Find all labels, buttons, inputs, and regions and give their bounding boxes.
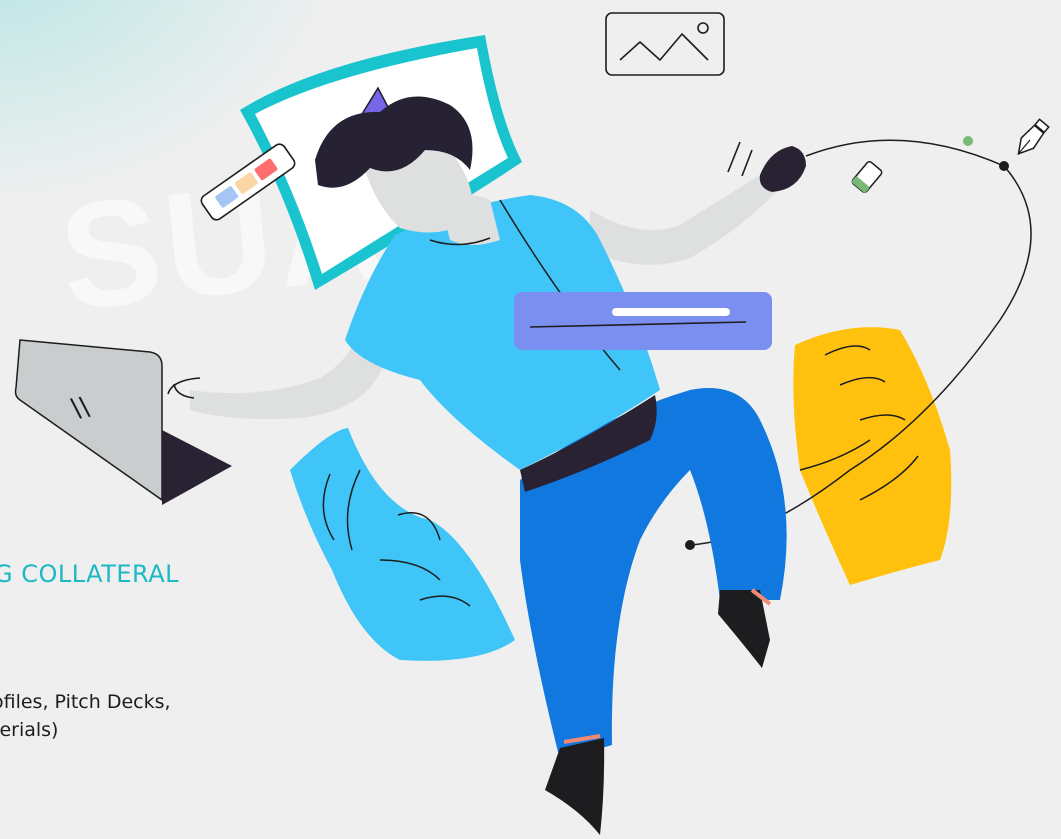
left-shoe bbox=[545, 738, 605, 835]
blue-scroll-paper bbox=[290, 428, 515, 661]
section-heading: G COLLATERAL bbox=[0, 560, 180, 588]
description-line-2: terials) bbox=[0, 719, 59, 741]
image-frame-icon bbox=[605, 12, 725, 76]
mouse-icon bbox=[759, 146, 806, 192]
right-arm bbox=[590, 175, 780, 265]
section-description: ofiles, Pitch Decks, terials) bbox=[0, 688, 327, 744]
right-shoe bbox=[718, 590, 770, 668]
pen-nib-icon bbox=[1017, 118, 1050, 155]
text-bar-card bbox=[514, 292, 772, 350]
description-line-1: ofiles, Pitch Decks, bbox=[0, 691, 171, 713]
eraser-icon bbox=[851, 160, 883, 194]
page: SUAL \\ G COLLATERAL ofiles, Pitch Decks… bbox=[0, 0, 1061, 839]
laptop-icon: \\ bbox=[14, 339, 232, 505]
right-arm-lines bbox=[727, 141, 753, 177]
yellow-paper bbox=[793, 327, 952, 585]
